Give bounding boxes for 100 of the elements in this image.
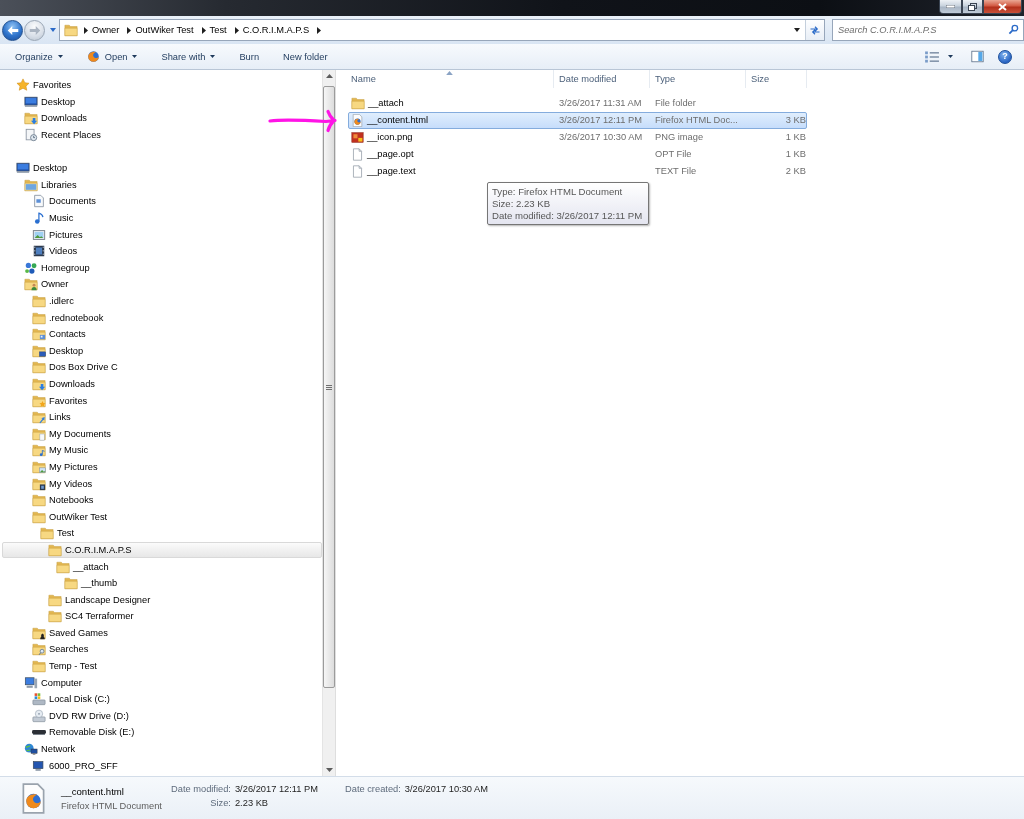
- property-value: 2.23 KB: [234, 798, 270, 808]
- tree-item[interactable]: My Documents: [2, 425, 322, 443]
- tree-item[interactable]: __attach: [2, 558, 322, 575]
- tree-item[interactable]: Owner: [2, 276, 322, 293]
- breadcrumb[interactable]: Owner: [88, 21, 124, 39]
- tree-item[interactable]: __thumb: [2, 574, 322, 592]
- caret-icon[interactable]: [201, 26, 206, 34]
- back-button[interactable]: [2, 19, 23, 41]
- restore-button[interactable]: [962, 0, 983, 14]
- folder-icon: [32, 459, 46, 474]
- column-header[interactable]: Type: [650, 70, 746, 88]
- views-button[interactable]: [925, 50, 953, 63]
- tree-item[interactable]: Notebooks: [2, 491, 322, 509]
- hard-drive-icon: [32, 692, 46, 707]
- folder-icon: [40, 526, 54, 541]
- tree-item[interactable]: Libraries: [2, 176, 322, 194]
- tree-item[interactable]: My Videos: [2, 475, 322, 492]
- toolbar-button[interactable]: Burn: [232, 45, 267, 68]
- preview-pane-button[interactable]: [970, 50, 985, 63]
- caret-icon[interactable]: [84, 26, 88, 34]
- caret-icon[interactable]: [234, 26, 239, 34]
- tree-item[interactable]: Saved Games: [2, 624, 322, 642]
- column-header[interactable]: Name: [344, 70, 554, 88]
- tree-item[interactable]: Desktop: [2, 342, 322, 360]
- folder-icon: [64, 576, 78, 591]
- property-label: Date created:: [345, 784, 401, 794]
- file-row[interactable]: __content.html 3/26/2017 12:11 PM Firefox HTML Doc... 3 KB: [348, 111, 807, 129]
- caret-icon[interactable]: [127, 26, 132, 34]
- tree-item[interactable]: Dos Box Drive C: [2, 359, 322, 376]
- file-row[interactable]: __page.opt OPT File 1 KB: [348, 145, 807, 163]
- property-value: 3/26/2017 10:30 AM: [404, 784, 489, 794]
- scrollbar[interactable]: [322, 70, 336, 776]
- toolbar-button[interactable]: Share with: [154, 45, 223, 68]
- column-header[interactable]: Date modified: [554, 70, 650, 88]
- breadcrumb[interactable]: Test: [205, 21, 231, 39]
- file-type: File folder: [654, 98, 696, 108]
- scrollbar-thumb[interactable]: [323, 86, 335, 688]
- tree-item[interactable]: Downloads: [2, 110, 322, 127]
- tree-item[interactable]: DVD RW Drive (D:): [2, 707, 322, 725]
- tree-item[interactable]: Contacts: [2, 325, 322, 343]
- file-type: TEXT File: [654, 166, 697, 176]
- tree-item[interactable]: .rednotebook: [2, 309, 322, 326]
- property-value: 3/26/2017 12:11 PM: [234, 784, 318, 794]
- tooltip-text: Date modified: 3/26/2017 12:11 PM: [492, 209, 643, 222]
- file-row[interactable]: __page.text TEXT File 2 KB: [348, 162, 807, 180]
- tree-item[interactable]: Favorites: [2, 77, 322, 94]
- address-bar[interactable]: Owner OutWiker Test Test C.O.R.I.M.A.P.S: [59, 19, 825, 41]
- file-row[interactable]: __icon.png 3/26/2017 10:30 AM PNG image 1 KB: [348, 128, 807, 146]
- tree-item[interactable]: My Music: [2, 442, 322, 459]
- tree-item[interactable]: Desktop: [2, 93, 322, 111]
- folder-icon: [48, 592, 62, 607]
- search-field[interactable]: Search C.O.R.I.M.A.P.S: [832, 19, 1024, 41]
- tree-item[interactable]: Homegroup: [2, 259, 322, 277]
- refresh-button[interactable]: [805, 20, 824, 40]
- library-folder-icon: [24, 177, 38, 192]
- tree-item[interactable]: Recent Places: [2, 126, 322, 144]
- image-file-icon: [351, 130, 364, 144]
- toolbar-button[interactable]: Open: [79, 45, 145, 68]
- file-row[interactable]: __attach 3/26/2017 11:31 AM File folder: [348, 94, 807, 112]
- tree-item[interactable]: Downloads: [2, 375, 322, 393]
- tree-item[interactable]: Temp - Test: [2, 657, 322, 675]
- tree-item[interactable]: .idlerc: [2, 292, 322, 310]
- tree-item[interactable]: Music: [2, 209, 322, 227]
- tree-item[interactable]: Network: [2, 740, 322, 758]
- file-name: __attach: [368, 98, 404, 108]
- breadcrumb[interactable]: OutWiker Test: [131, 21, 198, 39]
- tree-item[interactable]: Links: [2, 408, 322, 426]
- blank-document-icon: [351, 147, 364, 161]
- file-name: __page.opt: [367, 149, 414, 159]
- tree-item[interactable]: Desktop: [2, 159, 322, 177]
- tree-item[interactable]: Searches: [2, 641, 322, 658]
- tree-item[interactable]: Landscape Designer: [2, 591, 322, 608]
- toolbar-button[interactable]: Organize: [8, 45, 70, 68]
- tree-item[interactable]: SC4 Terraformer: [2, 608, 322, 625]
- tree-item[interactable]: Test: [2, 525, 322, 542]
- caret-icon[interactable]: [794, 28, 800, 32]
- tree-item[interactable]: Favorites: [2, 392, 322, 409]
- arrow-icon: [28, 24, 41, 36]
- tree-item[interactable]: Documents: [2, 193, 322, 210]
- folder-icon: [48, 542, 62, 557]
- file-type: OPT File: [654, 149, 692, 159]
- tree-item[interactable]: Removable Disk (E:): [2, 724, 322, 741]
- tree-item[interactable]: OutWiker Test: [2, 508, 322, 526]
- tooltip-text: Size: 2.23 KB: [492, 197, 552, 210]
- drive-icon: [32, 729, 46, 736]
- tree-item[interactable]: 6000_PRO_SFF: [2, 757, 322, 774]
- tree-item[interactable]: Videos: [2, 242, 322, 260]
- tree-item[interactable]: Computer: [2, 674, 322, 691]
- tree-item[interactable]: My Pictures: [2, 458, 322, 476]
- breadcrumb[interactable]: C.O.R.I.M.A.P.S: [238, 21, 314, 39]
- tree-item[interactable]: Local Disk (C:): [2, 690, 322, 708]
- close-button[interactable]: [983, 0, 1022, 14]
- folder-icon: [24, 111, 38, 126]
- column-header[interactable]: Size: [746, 70, 807, 88]
- toolbar-button[interactable]: New folder: [276, 45, 335, 68]
- minimize-button[interactable]: [939, 0, 962, 14]
- tree-item[interactable]: Pictures: [2, 226, 322, 243]
- refresh-icon: [809, 24, 821, 36]
- caret-icon[interactable]: [317, 26, 322, 34]
- tree-item[interactable]: C.O.R.I.M.A.P.S: [2, 541, 322, 559]
